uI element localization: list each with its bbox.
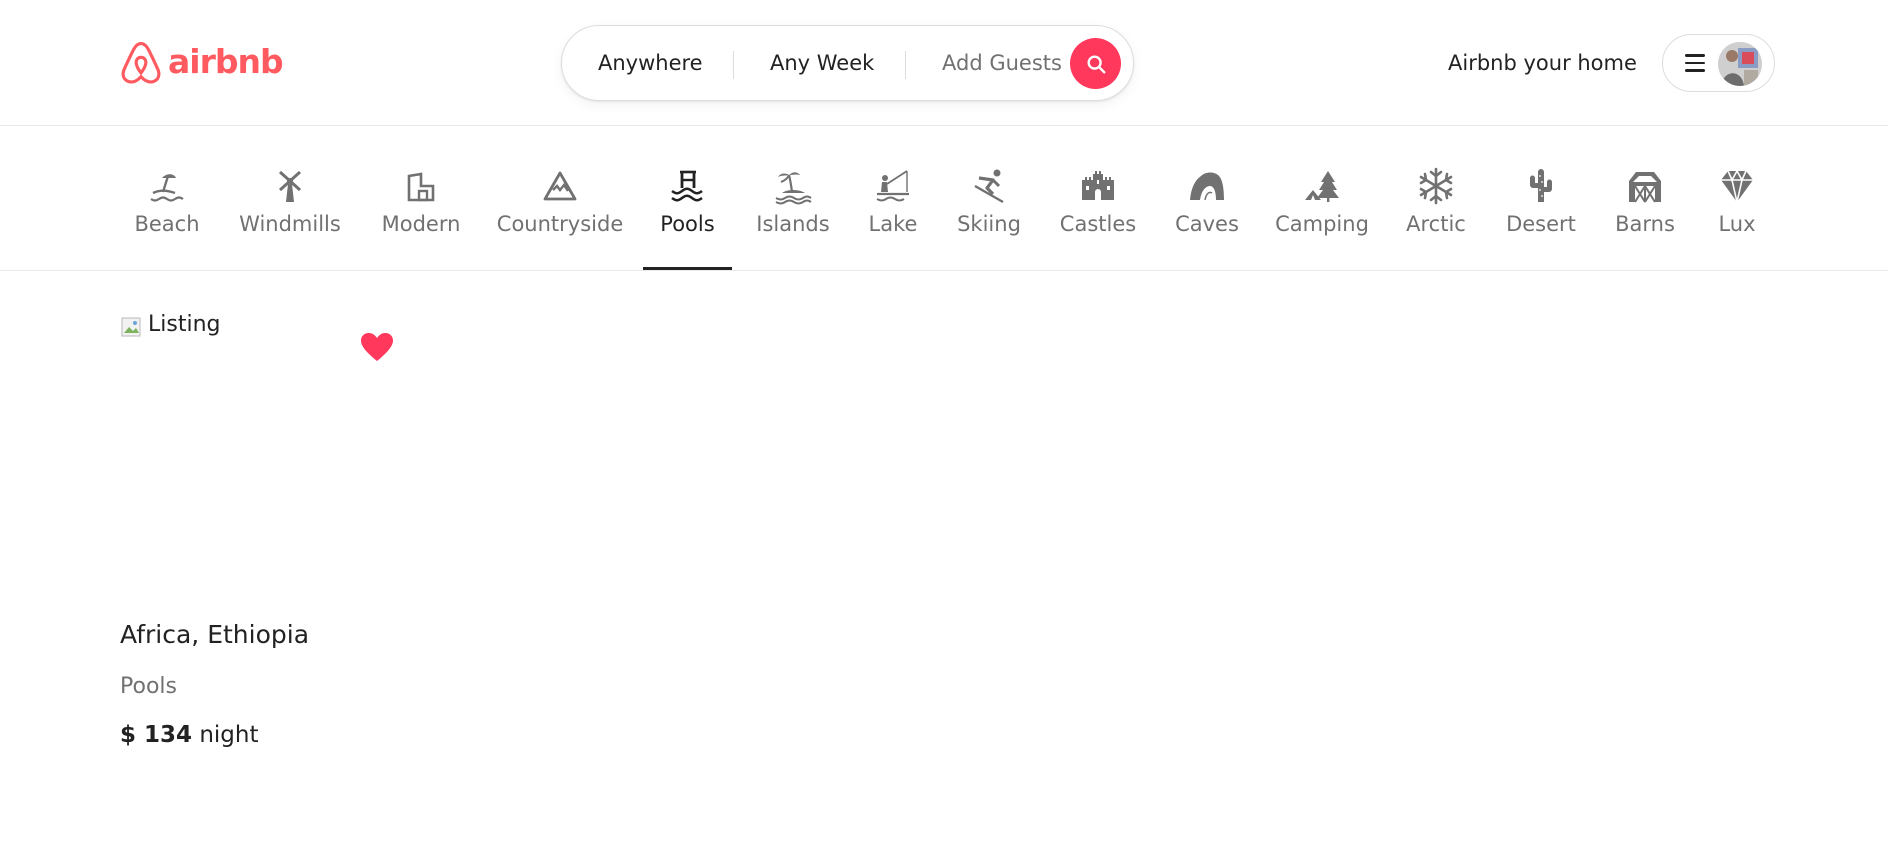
modern-house-icon (401, 166, 441, 206)
category-islands[interactable]: Islands (756, 126, 830, 270)
snowflake-icon (1416, 166, 1456, 206)
category-desert[interactable]: Desert (1506, 126, 1576, 270)
category-modern[interactable]: Modern (381, 126, 461, 270)
category-label: Camping (1275, 212, 1369, 236)
category-label: Beach (134, 212, 200, 236)
category-label: Islands (756, 212, 830, 236)
category-label: Barns (1615, 212, 1675, 236)
category-label: Arctic (1406, 212, 1466, 236)
windmill-icon (270, 166, 310, 206)
pool-ladder-icon (668, 166, 708, 206)
category-label: Modern (381, 212, 461, 236)
category-label: Caves (1175, 212, 1239, 236)
category-label: Pools (660, 212, 715, 236)
category-barns[interactable]: Barns (1615, 126, 1675, 270)
listing-location: Africa, Ethiopia (120, 620, 310, 649)
search-add-guests[interactable]: Add Guests (942, 26, 1062, 100)
active-category-indicator (643, 267, 732, 270)
tent-tree-icon (1302, 166, 1342, 206)
category-arctic[interactable]: Arctic (1406, 126, 1466, 270)
lake-fishing-icon (873, 166, 913, 206)
airbnb-your-home-link[interactable]: Airbnb your home (1448, 38, 1637, 88)
search-button[interactable] (1070, 38, 1121, 89)
cave-icon (1187, 166, 1227, 206)
category-camping[interactable]: Camping (1275, 126, 1369, 270)
skier-icon (969, 166, 1009, 206)
cactus-icon (1521, 166, 1561, 206)
category-label: Desert (1506, 212, 1576, 236)
listing-category: Pools (120, 674, 177, 699)
island-palm-icon (773, 166, 813, 206)
category-caves[interactable]: Caves (1175, 126, 1239, 270)
logo-text: airbnb (168, 41, 284, 81)
search-bar[interactable]: Anywhere Any Week Add Guests (561, 25, 1134, 101)
avatar (1718, 42, 1762, 86)
search-anywhere[interactable]: Anywhere (598, 26, 703, 100)
category-label: Countryside (496, 212, 624, 236)
listing-image-alt-text: Listing (148, 312, 221, 337)
mountain-icon (540, 166, 580, 206)
price-unit: night (199, 722, 259, 748)
hamburger-menu-icon (1685, 54, 1705, 72)
top-header: airbnb Anywhere Any Week Add Guests Airb… (0, 0, 1888, 126)
airbnb-logo[interactable]: airbnb (120, 38, 284, 88)
user-menu-button[interactable] (1662, 34, 1775, 92)
category-castles[interactable]: Castles (1060, 126, 1136, 270)
category-label: Windmills (239, 212, 341, 236)
search-divider (733, 51, 734, 79)
category-label: Castles (1059, 212, 1137, 236)
airbnb-logo-icon (121, 41, 161, 84)
listing-card[interactable]: Listing Africa, Ethiopia Pools $ 134 nig… (120, 312, 410, 762)
barn-icon (1625, 166, 1665, 206)
search-any-week[interactable]: Any Week (770, 26, 874, 100)
category-label: Lux (1718, 212, 1756, 236)
castle-icon (1078, 166, 1118, 206)
category-lux[interactable]: Lux (1717, 126, 1757, 270)
search-divider (905, 51, 906, 79)
avatar-image (1718, 42, 1762, 86)
heart-icon[interactable] (360, 332, 394, 362)
price-amount: $ 134 (120, 722, 193, 748)
diamond-icon (1717, 166, 1757, 206)
category-pools[interactable]: Pools (643, 126, 732, 270)
category-label: Lake (868, 212, 918, 236)
category-windmills[interactable]: Windmills (239, 126, 341, 270)
listing-price: $ 134 night (120, 722, 259, 748)
category-label: Skiing (957, 212, 1021, 236)
category-beach[interactable]: Beach (132, 126, 202, 270)
category-skiing[interactable]: Skiing (956, 126, 1022, 270)
broken-image-icon (121, 317, 141, 337)
beach-umbrella-icon (147, 166, 187, 206)
category-bar: Beach Windmills Modern Countryside Pools… (0, 126, 1888, 271)
category-countryside[interactable]: Countryside (497, 126, 623, 270)
search-icon (1086, 54, 1105, 73)
category-lake[interactable]: Lake (866, 126, 920, 270)
